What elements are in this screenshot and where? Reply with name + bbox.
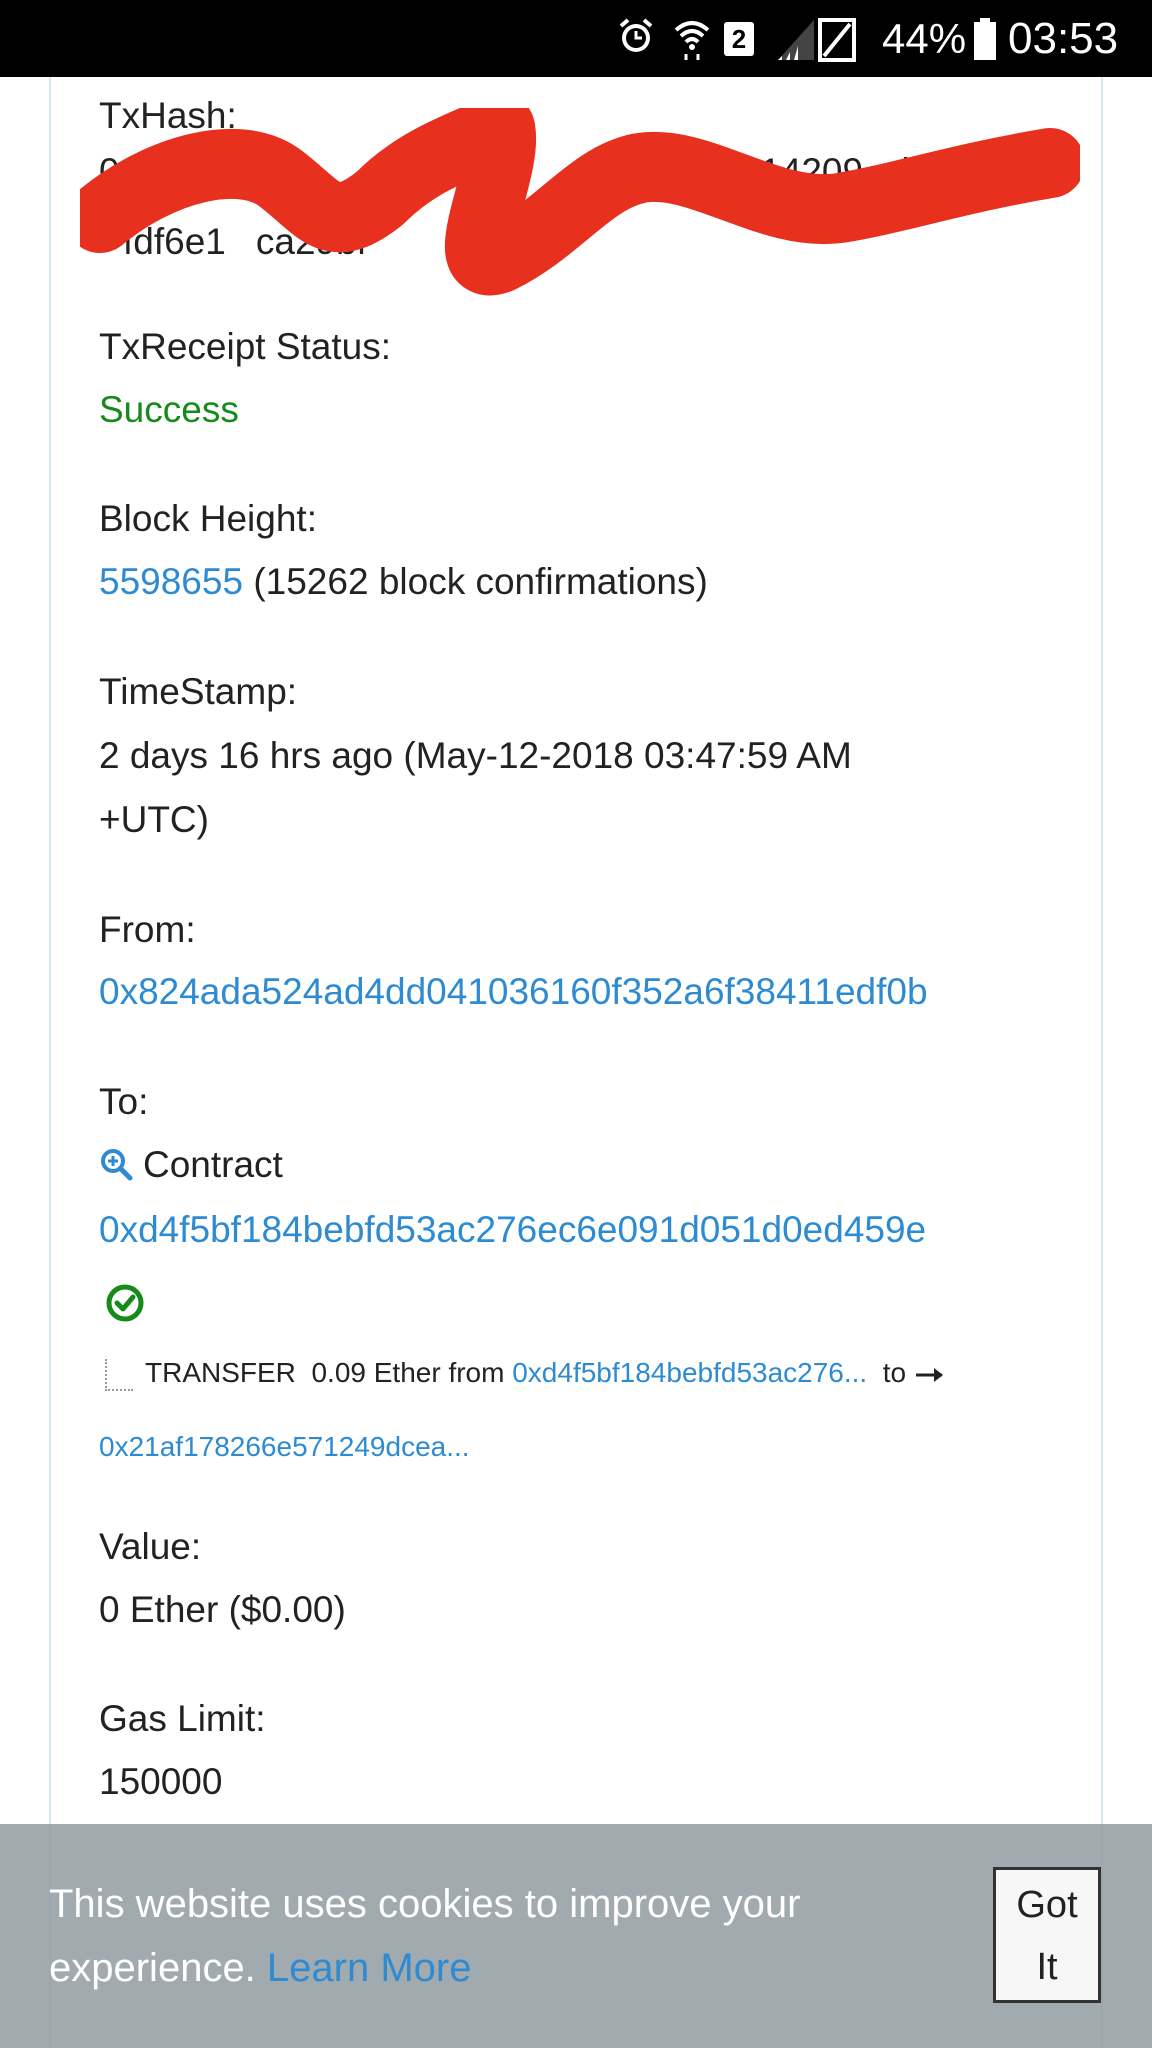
learn-more-link[interactable]: Learn More bbox=[267, 1946, 472, 1990]
clock: 03:53 bbox=[1008, 14, 1119, 63]
txhash-label: TxHash: bbox=[99, 95, 237, 136]
transfer-to-link[interactable]: 0x21af178266e571249dcea... bbox=[99, 1427, 470, 1467]
zoom-in-icon[interactable] bbox=[99, 1147, 133, 1181]
timestamp-label: TimeStamp: bbox=[99, 671, 298, 712]
to-label: To: bbox=[99, 1081, 149, 1122]
value-value: 0 Ether ($0.00) bbox=[99, 1589, 346, 1630]
cookie-message: This website uses cookies to improve you… bbox=[49, 1882, 801, 1990]
signal-bars-icon bbox=[778, 18, 856, 62]
alarm-clock-icon bbox=[619, 18, 653, 52]
cookie-banner: This website uses cookies to improve you… bbox=[0, 1824, 1152, 2048]
block-confirmations: (15262 block confirmations) bbox=[253, 561, 708, 602]
check-circle-icon bbox=[106, 1284, 144, 1322]
gas-limit-value: 150000 bbox=[99, 1761, 223, 1802]
tree-connector-icon bbox=[105, 1358, 133, 1391]
got-it-button[interactable]: Got It bbox=[993, 1867, 1101, 2003]
battery-icon bbox=[974, 18, 996, 60]
timestamp-value-line1: 2 days 16 hrs ago (May-12-2018 03:47:59 … bbox=[99, 735, 852, 776]
arrow-right-icon bbox=[915, 1367, 943, 1382]
to-address-link[interactable]: 0xd4f5bf184bebfd53ac276ec6e091d051d0ed45… bbox=[99, 1206, 926, 1254]
to-contract-label: Contract bbox=[143, 1144, 283, 1185]
timestamp-value-line2: +UTC) bbox=[99, 799, 209, 840]
transfer-from-link[interactable]: 0xd4f5bf184bebfd53ac276... bbox=[512, 1357, 867, 1388]
txreceipt-status-value: Success bbox=[99, 389, 239, 430]
txhash-value-line2: fdf6e1 ca29bf b o bbox=[123, 221, 569, 262]
to-contract-row: Contract bbox=[99, 1141, 283, 1189]
status-bar: 2 44% 03:53 bbox=[0, 0, 1152, 77]
txreceipt-status-label: TxReceipt Status: bbox=[99, 326, 392, 367]
sim-badge: 2 bbox=[724, 22, 754, 56]
from-label: From: bbox=[99, 909, 196, 950]
wifi-icon bbox=[674, 21, 710, 60]
gas-limit-label: Gas Limit: bbox=[99, 1698, 266, 1739]
transfer-amount: 0.09 Ether from bbox=[311, 1357, 505, 1388]
block-height-row: 5598655 (15262 block confirmations) bbox=[99, 558, 708, 606]
internal-transfer-row: TRANSFER 0.09 Ether from 0xd4f5bf184bebf… bbox=[105, 1353, 946, 1393]
block-height-label: Block Height: bbox=[99, 498, 317, 539]
txhash-value-line1: 0 ade e6 73 014209 d bbox=[99, 151, 910, 192]
from-address-link[interactable]: 0x824ada524ad4dd041036160f352a6f38411edf… bbox=[99, 968, 928, 1016]
transfer-to-label: to bbox=[882, 1357, 907, 1388]
battery-percent: 44% bbox=[882, 15, 967, 62]
transaction-card bbox=[49, 77, 1103, 2048]
transfer-type: TRANSFER bbox=[145, 1357, 296, 1388]
value-label: Value: bbox=[99, 1526, 202, 1567]
block-height-link[interactable]: 5598655 bbox=[99, 561, 243, 602]
